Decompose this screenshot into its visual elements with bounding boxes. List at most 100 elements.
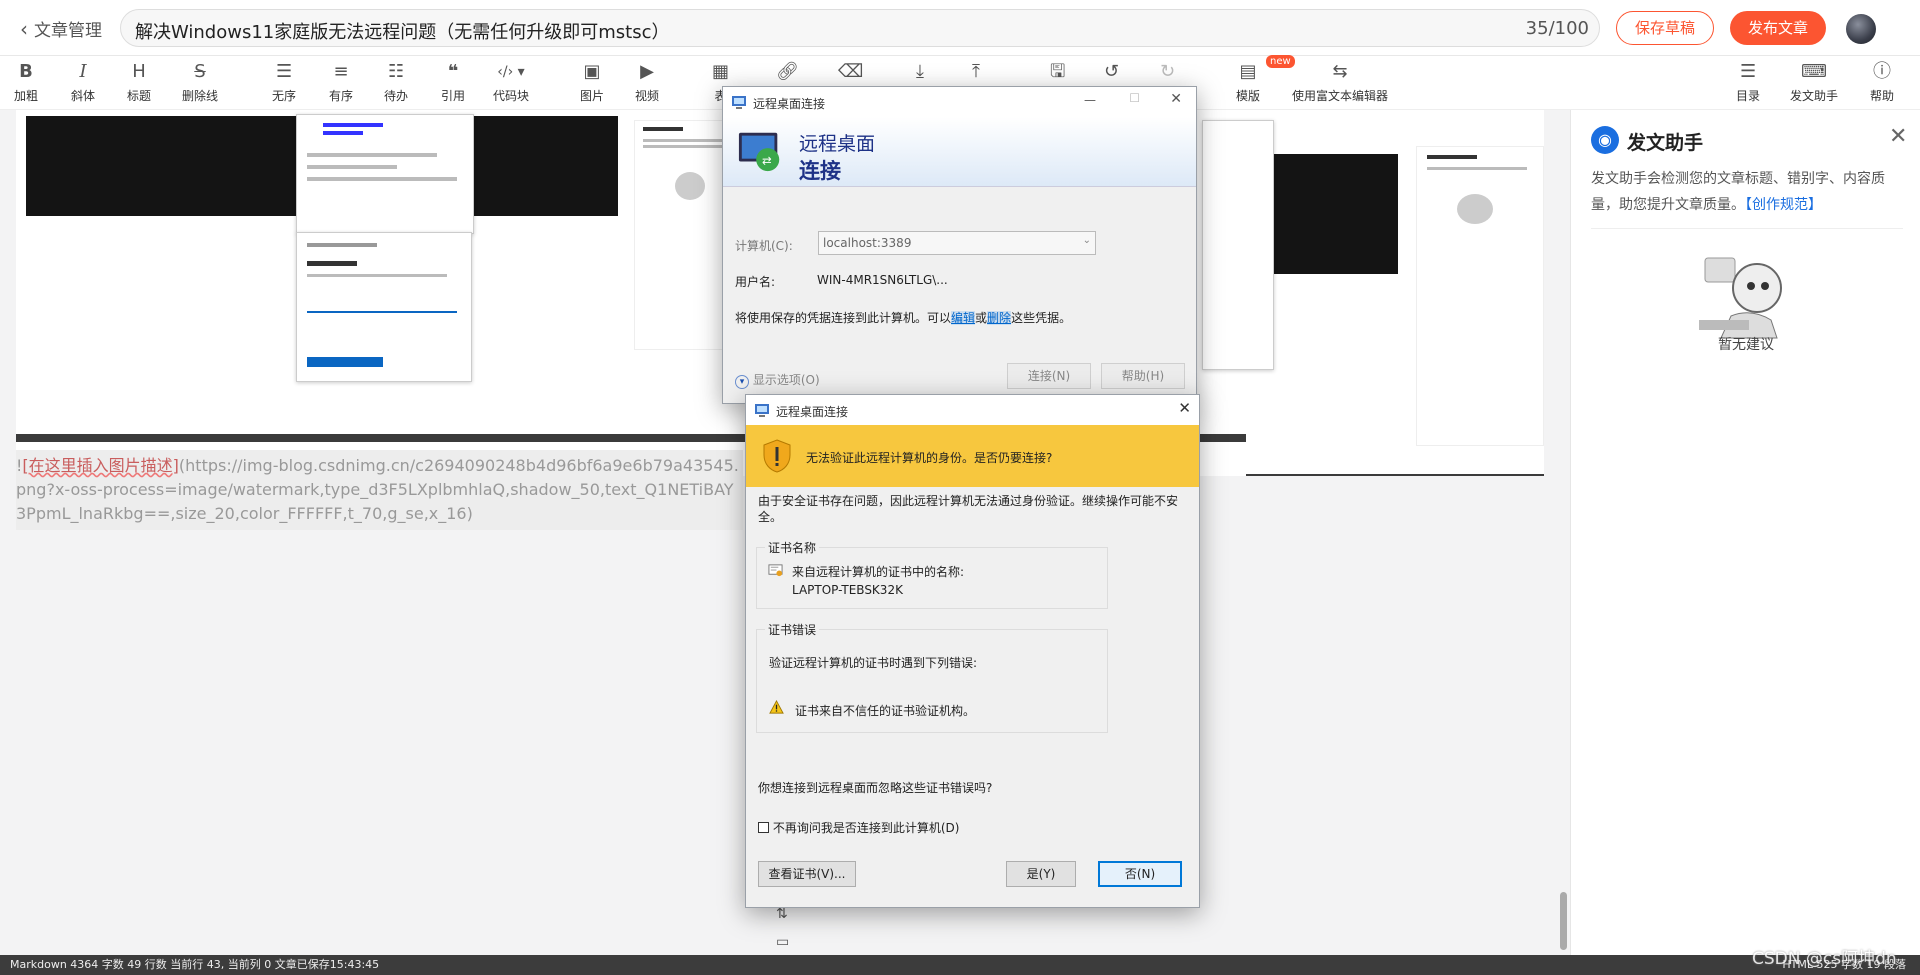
help-dialog-button[interactable]: 帮助(H) (1101, 363, 1185, 389)
upload-button[interactable]: ⤒ (972, 61, 980, 83)
video-button[interactable]: ▶ 视频 (635, 61, 659, 104)
assistant-icon: ⌨ (1801, 61, 1827, 82)
yes-button[interactable]: 是(Y) (1006, 861, 1076, 887)
screenshot-mini-assistant-right (1416, 146, 1544, 446)
toc-button[interactable]: ☰ 目录 (1736, 61, 1760, 104)
italic-icon: I (79, 61, 87, 82)
computer-combobox[interactable]: localhost:3389 ⌄ (818, 231, 1096, 255)
todo-list-button[interactable]: ☷ 待办 (384, 61, 408, 104)
video-icon: ▶ (640, 61, 654, 82)
close-icon[interactable]: ✕ (1178, 399, 1191, 417)
back-label: 文章管理 (34, 21, 102, 41)
strikethrough-label: 删除线 (182, 89, 219, 103)
toolbar-icon-floating[interactable]: ⇅ (776, 906, 788, 922)
ordered-list-button[interactable]: ≡ 有序 (329, 61, 353, 104)
no-button[interactable]: 否(N) (1098, 861, 1182, 887)
publish-article-button[interactable]: 发布文章 (1730, 11, 1826, 45)
code-block-button[interactable]: ‹/› ▾ 代码块 (493, 61, 529, 104)
save-draft-button[interactable]: 保存草稿 (1616, 11, 1714, 45)
heading-button[interactable]: H 标题 (127, 61, 151, 104)
redo-icon: ↻ (1160, 61, 1176, 82)
screenshot-mini-rdp-window (296, 114, 474, 234)
unordered-list-icon: ☰ (275, 61, 293, 82)
back-to-article-management[interactable]: ‹ 文章管理 (20, 16, 102, 42)
banner-line2: 连接 (799, 159, 841, 183)
strikethrough-button[interactable]: S 删除线 (182, 61, 218, 104)
save-icon: 🖫︎ (1050, 61, 1066, 82)
italic-label: 斜体 (71, 89, 96, 103)
download-button[interactable]: ⤓ (916, 61, 924, 83)
help-label: 帮助 (1870, 89, 1895, 103)
video-label: 视频 (635, 89, 660, 103)
undo-icon: ↺ (1104, 61, 1120, 82)
computer-label: 计算机(C): (735, 239, 793, 253)
rdp-banner: ⇄ 远程桌面 连接 (723, 117, 1196, 187)
cert-name-value: LAPTOP-TEBSK32K (792, 583, 903, 597)
switch-icon: ⇆ (1332, 61, 1348, 82)
close-icon[interactable]: ✕ (1170, 91, 1182, 107)
warning-triangle-icon (769, 700, 784, 714)
view-certificate-button[interactable]: 查看证书(V)... (758, 861, 856, 887)
table-icon: ▦ (712, 61, 730, 82)
top-header: ‹ 文章管理 解决Windows11家庭版无法远程问题（无需任何升级即可msts… (0, 0, 1920, 56)
status-bar: Markdown 4364 字数 49 行数 当前行 43, 当前列 0 文章已… (0, 955, 1920, 975)
cert-error-item: 证书来自不信任的证书验证机构。 (795, 704, 976, 718)
todo-list-icon: ☷ (387, 61, 405, 82)
cert-error-group-label: 证书错误 (765, 621, 820, 638)
csdn-watermark: CSDN @cs阿坤dn (1752, 949, 1897, 969)
banner-line1: 远程桌面 (799, 133, 876, 155)
save-button[interactable]: 🖫︎ (1050, 61, 1065, 83)
screenshot-taskbar (1246, 474, 1544, 476)
dont-ask-checkbox[interactable] (758, 822, 769, 833)
delete-credentials-link[interactable]: 删除 (987, 311, 1012, 325)
status-left: Markdown 4364 字数 49 行数 当前行 43, 当前列 0 文章已… (10, 958, 380, 971)
heading-label: 标题 (127, 89, 152, 103)
show-options-toggle[interactable]: ▾ 显示选项(O) (735, 371, 820, 389)
divider (1591, 228, 1903, 229)
template-button[interactable]: ▤ new 模版 (1236, 55, 1295, 104)
saved-cred-text-2: 这些凭据。 (1011, 311, 1072, 325)
eraser-button[interactable]: ⌫ (838, 61, 863, 83)
toolbar-icon-floating[interactable]: ▭ (776, 934, 789, 950)
maximize-icon[interactable]: ☐ (1129, 91, 1140, 105)
assistant-button[interactable]: ⌨ 发文助手 (1790, 61, 1838, 104)
quote-label: 引用 (441, 89, 466, 103)
dont-ask-checkbox-row[interactable]: 不再询问我是否连接到此计算机(D) (758, 819, 959, 836)
image-icon: ▣ (583, 61, 601, 82)
bold-button[interactable]: B 加粗 (14, 61, 38, 104)
code-block-label: 代码块 (493, 89, 530, 103)
article-title-text: 解决Windows11家庭版无法远程问题（无需任何升级即可mstsc） (135, 22, 670, 43)
strikethrough-icon: S (194, 61, 206, 82)
avatar[interactable] (1846, 14, 1876, 44)
unordered-list-button[interactable]: ☰ 无序 (272, 61, 296, 104)
redo-button[interactable]: ↻ (1160, 61, 1175, 83)
assistant-logo-icon: ◉ (1591, 126, 1619, 154)
link-icon: 🔗︎ (776, 61, 799, 82)
rdp-connection-window: 远程桌面连接 — ☐ ✕ ⇄ 远程桌面 连接 计算机(C): localhost… (722, 86, 1197, 404)
article-title-input[interactable]: 解决Windows11家庭版无法远程问题（无需任何升级即可mstsc） 35/1… (120, 9, 1600, 47)
bold-icon: B (19, 61, 33, 82)
minimize-icon[interactable]: — (1084, 93, 1096, 107)
close-icon[interactable]: ✕ (1889, 124, 1907, 149)
italic-button[interactable]: I 斜体 (71, 61, 95, 104)
todo-list-label: 待办 (384, 89, 409, 103)
writing-guidelines-link[interactable]: 【创作规范】 (1745, 197, 1822, 213)
rich-text-editor-switch[interactable]: ⇆ 使用富文本编辑器 (1292, 61, 1388, 104)
quote-button[interactable]: ❝ 引用 (441, 61, 465, 104)
help-button[interactable]: ⓘ 帮助 (1870, 61, 1894, 104)
editor-scrollbar[interactable] (1560, 892, 1567, 950)
md-link-alt-text: [在这里插入图片描述] (22, 456, 179, 475)
assistant-panel-title: 发文助手 (1627, 132, 1704, 154)
rich-editor-label: 使用富文本编辑器 (1292, 89, 1389, 103)
link-button[interactable]: 🔗︎ (776, 61, 799, 83)
image-button[interactable]: ▣ 图片 (580, 61, 604, 104)
edit-credentials-link[interactable]: 编辑 (951, 311, 976, 325)
toc-icon: ☰ (1739, 61, 1757, 82)
cert-dialog-title: 远程桌面连接 (776, 405, 849, 419)
undo-button[interactable]: ↺ (1104, 61, 1119, 83)
username-value: WIN-4MR1SN6LTLG\... (817, 273, 948, 287)
connect-button[interactable]: 连接(N) (1007, 363, 1091, 389)
cert-name-line1: 来自远程计算机的证书中的名称: (792, 565, 965, 579)
screenshot-dark-region (1268, 154, 1398, 274)
screenshot-dark-region (26, 116, 296, 216)
